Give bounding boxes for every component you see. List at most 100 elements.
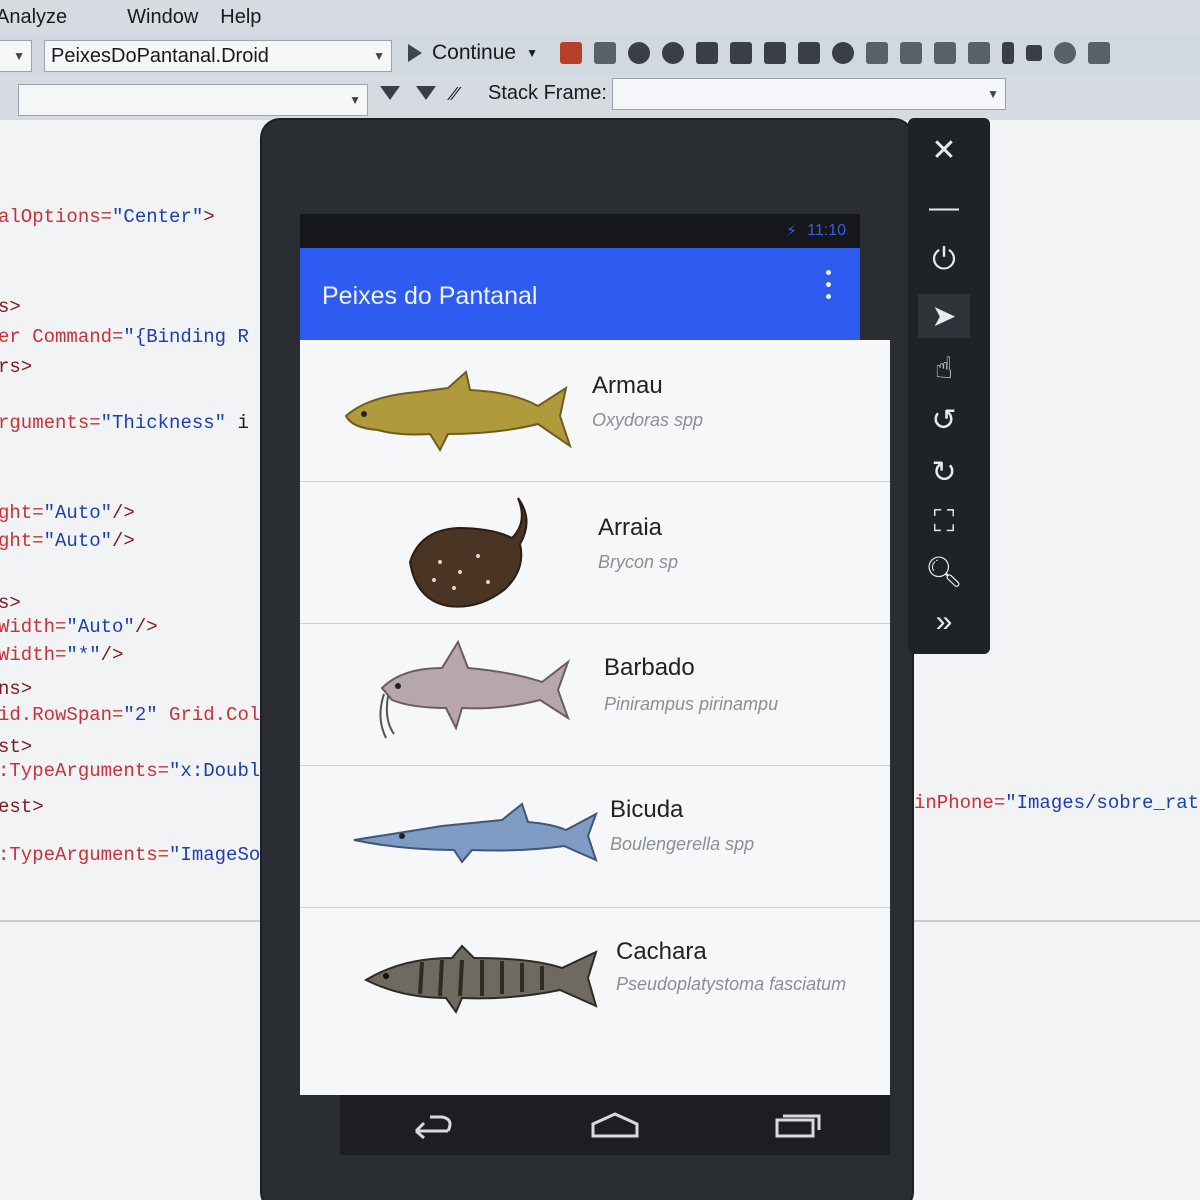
rotate-right-icon: ↻ — [931, 455, 957, 489]
filter-icon[interactable] — [380, 86, 400, 100]
home-button[interactable] — [585, 1105, 645, 1145]
continue-button[interactable]: Continue ▼ — [408, 38, 538, 68]
code-token: "Center" — [112, 206, 204, 228]
print-icon[interactable] — [968, 42, 990, 64]
menu-help[interactable]: Help — [220, 6, 283, 29]
status-bar: ⚡ 11:10 — [300, 214, 860, 248]
close-button[interactable]: ✕ — [918, 128, 970, 172]
menu-window[interactable]: Window — [127, 6, 220, 29]
fish-scientific-name: Brycon sp — [598, 552, 679, 572]
copy-icon[interactable] — [900, 42, 922, 64]
code-token: "{Binding R — [123, 326, 249, 348]
code-token: "Auto" — [43, 530, 113, 552]
menu-bar: Analyze Window Help — [0, 0, 1200, 34]
monitor-icon[interactable] — [866, 42, 888, 64]
code-line: Width="Auto"/> — [0, 616, 158, 638]
recents-icon — [775, 1114, 821, 1138]
code-token: alOptions= — [0, 206, 113, 228]
record-icon[interactable] — [628, 42, 650, 64]
minimize-icon: — — [929, 191, 959, 224]
layout-icon[interactable] — [798, 42, 820, 64]
code-token: /> — [100, 644, 124, 666]
overflow-menu-icon[interactable] — [818, 266, 838, 302]
rotate-left-button[interactable]: ↺ — [918, 398, 970, 442]
arraia-image — [408, 497, 528, 608]
code-token: i — [226, 412, 249, 434]
code-token: "Images/sobre_rat — [1005, 792, 1200, 814]
code-line: ght="Auto"/> — [0, 502, 135, 524]
code-token: ns> — [0, 678, 33, 700]
thread-combo[interactable]: ▼ — [18, 84, 368, 116]
cachara-image — [363, 944, 598, 1015]
code-line: rguments="Thickness" i — [0, 412, 249, 434]
emulator-icon[interactable] — [764, 42, 786, 64]
back-icon — [414, 1115, 452, 1139]
touch-button[interactable]: ☝ — [918, 346, 970, 390]
code-line: :TypeArguments="x:Double — [0, 760, 272, 782]
fish-name: Barbado — [604, 654, 695, 681]
chevron-down-icon: ▼ — [526, 46, 538, 60]
recents-button[interactable] — [768, 1105, 828, 1145]
zoom-icon: 🔍︎ — [924, 555, 964, 589]
pointer-button[interactable]: ➤ — [918, 294, 970, 338]
code-token: "Auto" — [66, 616, 135, 638]
play-icon — [408, 44, 422, 62]
config-combo[interactable]: ▼ — [0, 40, 32, 72]
power-button[interactable]: ⏻ — [918, 238, 970, 282]
code-token: er Command= — [0, 326, 124, 348]
device-icon[interactable] — [696, 42, 718, 64]
fit-screen-button[interactable]: ⛶ — [918, 500, 970, 544]
back-button[interactable] — [402, 1105, 462, 1145]
flag-threads-icon[interactable]: ⁄⁄ — [452, 84, 458, 105]
code-line: ns> — [0, 678, 32, 700]
fish-name: Cachara — [616, 938, 707, 965]
stack-frame-label: Stack Frame: — [488, 82, 607, 104]
touch-icon: ☝ — [934, 351, 954, 385]
code-token: "Thickness" — [100, 412, 227, 434]
code-line: id.RowSpan="2" Grid.Col — [0, 704, 260, 726]
play-circle-icon[interactable] — [662, 42, 684, 64]
status-time: 11:10 — [807, 222, 846, 239]
code-token: Grid.Col — [157, 704, 261, 726]
more-tools-button[interactable]: » — [918, 600, 970, 644]
code-line: st> — [0, 736, 32, 758]
find-icon[interactable] — [594, 42, 616, 64]
menu-analyze[interactable]: Analyze — [0, 6, 127, 29]
android-navigation-bar — [340, 1095, 890, 1155]
list-item[interactable]: Arraia Brycon sp — [300, 482, 890, 624]
stop-icon[interactable] — [1026, 45, 1042, 61]
pause-icon[interactable] — [1002, 42, 1014, 64]
device-log-icon[interactable] — [560, 42, 582, 64]
minimize-button[interactable]: — — [918, 186, 970, 230]
stack-frame-combo[interactable]: ▼ — [612, 78, 1006, 110]
restart-icon[interactable] — [1054, 42, 1076, 64]
barbado-image — [379, 639, 571, 739]
fish-list[interactable]: Armau Oxydoras spp Arraia Brycon sp Barb… — [300, 340, 890, 1095]
code-token: "Auto" — [43, 502, 113, 524]
code-token: "2" — [123, 704, 158, 726]
globe-icon[interactable] — [832, 42, 854, 64]
pointer-icon: ➤ — [931, 299, 957, 333]
code-token: ght= — [0, 530, 44, 552]
code-token: st> — [0, 736, 33, 758]
zoom-button[interactable]: 🔍︎ — [918, 550, 970, 594]
code-token: ght= — [0, 502, 44, 524]
list-item[interactable]: Cachara Pseudoplatystoma fasciatum — [300, 908, 890, 1050]
step-icon[interactable] — [1088, 42, 1110, 64]
list-item[interactable]: Bicuda Boulengerella spp — [300, 766, 890, 908]
filter-toggle-icon[interactable] — [416, 86, 436, 100]
list-item[interactable]: Armau Oxydoras spp — [300, 340, 890, 482]
armau-image — [344, 370, 572, 453]
list-item[interactable]: Barbado Pinirampus pirinampu — [300, 624, 890, 766]
code-token: inPhone= — [914, 792, 1006, 814]
fish-name: Armau — [592, 372, 663, 399]
code-token: "x:Double — [169, 760, 272, 782]
android-icon[interactable] — [730, 42, 752, 64]
rotate-right-button[interactable]: ↻ — [918, 450, 970, 494]
window-icon[interactable] — [934, 42, 956, 64]
code-token: :TypeArguments= — [0, 844, 170, 866]
code-token: s> — [0, 592, 21, 614]
startup-project-combo[interactable]: PeixesDoPantanal.Droid ▼ — [44, 40, 392, 72]
code-line: s> — [0, 592, 21, 614]
fish-name: Bicuda — [610, 796, 684, 823]
